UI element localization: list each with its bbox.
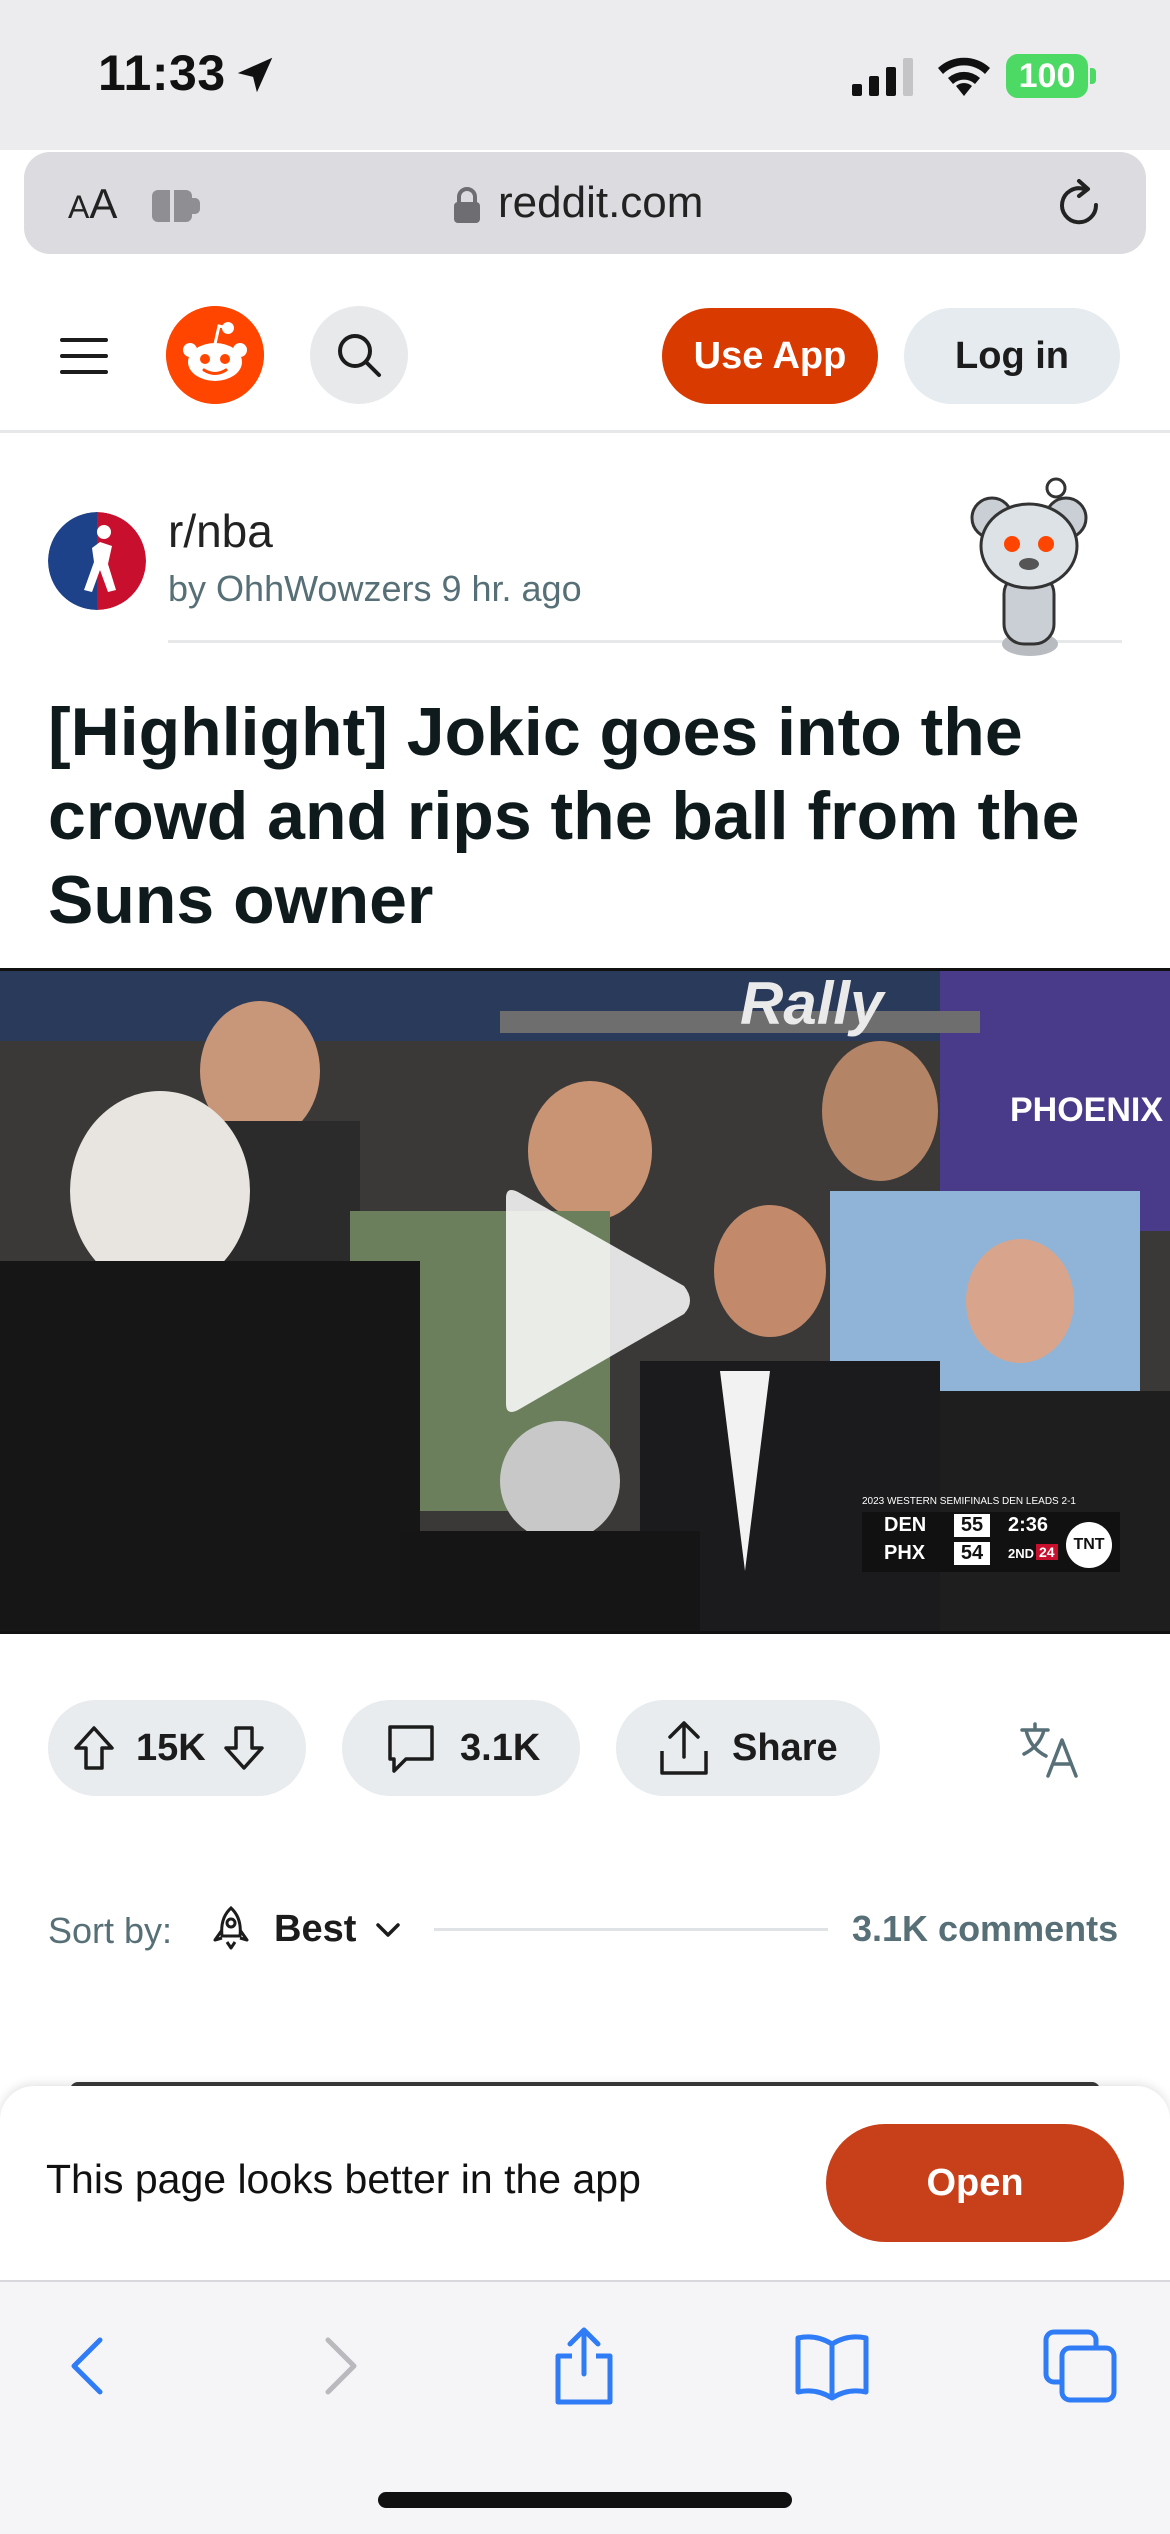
sort-divider — [434, 1928, 828, 1931]
scorebug-team1: DEN — [884, 1514, 927, 1536]
sort-dropdown[interactable]: Best — [274, 1908, 356, 1951]
battery-nub — [1090, 68, 1096, 84]
url-text[interactable]: reddit.com — [498, 178, 703, 228]
vote-count: 15K — [136, 1726, 206, 1769]
upvote-icon[interactable] — [72, 1724, 116, 1772]
post-age: 9 hr. ago — [441, 568, 582, 609]
share-icon[interactable] — [544, 2326, 624, 2406]
login-button[interactable]: Log in — [904, 308, 1120, 404]
post-byline: by OhhWowzers 9 hr. ago — [168, 568, 582, 610]
scorebug-clock: 2:36 — [1008, 1514, 1049, 1536]
snoo-mascot-icon — [970, 477, 1088, 656]
location-arrow-icon — [237, 57, 273, 93]
battery-icon: 100 — [1006, 54, 1088, 98]
text-size-button[interactable]: AA — [68, 180, 117, 228]
rocket-icon[interactable] — [212, 1906, 250, 1950]
scorebug: 2023 WESTERN SEMIFINALS DEN LEADS 2-1 DE… — [862, 1496, 1120, 1572]
jersey-text: PHOENIX — [1010, 1091, 1164, 1129]
scorebug-banner: 2023 WESTERN SEMIFINALS DEN LEADS 2-1 — [862, 1496, 1076, 1507]
comments-count: 3.1K comments — [852, 1908, 1119, 1949]
reload-icon[interactable] — [1052, 178, 1106, 232]
extension-icon[interactable] — [152, 186, 204, 226]
network-logo: TNT — [1066, 1522, 1112, 1568]
forward-icon[interactable] — [300, 2326, 380, 2406]
bookmarks-icon[interactable] — [792, 2326, 872, 2406]
downvote-icon[interactable] — [222, 1724, 266, 1772]
reddit-logo-icon[interactable] — [166, 306, 264, 404]
tabs-icon[interactable] — [1040, 2326, 1120, 2406]
text-size-large: A — [89, 180, 118, 227]
menu-icon[interactable] — [58, 334, 110, 378]
search-button[interactable] — [310, 306, 408, 404]
share-icon — [660, 1721, 708, 1775]
back-icon[interactable] — [48, 2326, 128, 2406]
subreddit-name[interactable]: r/nba — [168, 504, 273, 558]
lock-icon — [454, 187, 480, 223]
sort-label: Sort by: — [48, 1910, 173, 1951]
translate-icon[interactable] — [1018, 1722, 1082, 1778]
comments-button[interactable]: 3.1K — [342, 1700, 580, 1796]
signal-icon — [852, 58, 913, 96]
share-label: Share — [732, 1726, 838, 1769]
subreddit-avatar[interactable] — [48, 512, 146, 610]
status-time: 11:33 — [98, 45, 226, 101]
scorebug-quarter: 2ND — [1008, 1546, 1035, 1561]
post-title[interactable]: [Highlight] Jokic goes into the crowd an… — [48, 690, 1128, 942]
author-link[interactable]: OhhWowzers — [216, 568, 431, 609]
use-app-button[interactable]: Use App — [662, 308, 878, 404]
play-icon[interactable] — [496, 1186, 696, 1416]
wifi-icon — [938, 57, 990, 96]
comment-count: 3.1K — [460, 1726, 541, 1769]
home-indicator[interactable] — [378, 2492, 792, 2508]
share-button[interactable]: Share — [616, 1700, 880, 1796]
app-banner-text: This page looks better in the app — [46, 2156, 641, 2202]
scorebug-shot-clock: 24 — [1036, 1544, 1058, 1560]
open-app-button[interactable]: Open — [826, 2124, 1124, 2242]
scorebug-score2: 54 — [954, 1542, 990, 1565]
vote-bar: 15K — [48, 1700, 306, 1796]
text-size-small: A — [68, 189, 90, 225]
comment-icon — [388, 1725, 434, 1773]
sign-text: Rally — [740, 970, 884, 1037]
scorebug-score1: 55 — [954, 1514, 990, 1537]
search-icon — [338, 334, 381, 377]
scorebug-team2: PHX — [884, 1542, 926, 1564]
byline-prefix: by — [168, 568, 207, 609]
chevron-down-icon[interactable] — [374, 1916, 402, 1944]
